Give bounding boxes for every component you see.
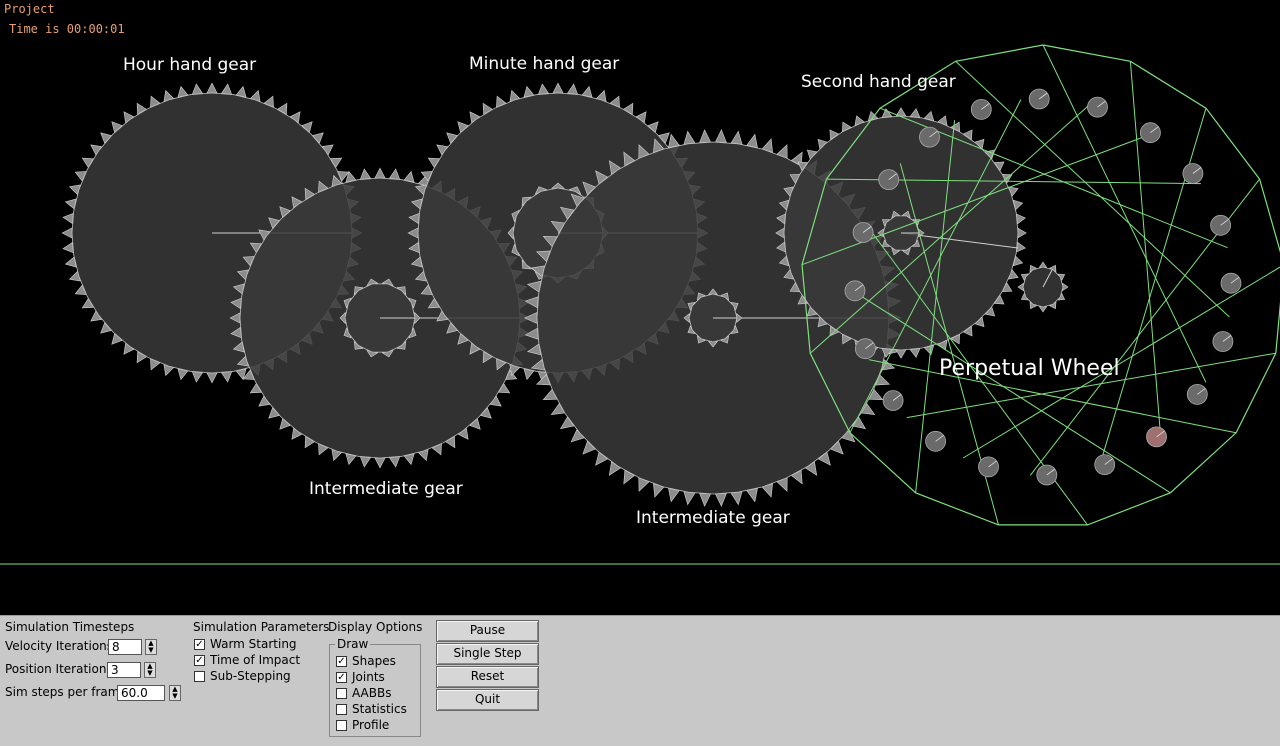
timesteps-title: Simulation Timesteps (5, 620, 135, 634)
time-of-impact-checkbox[interactable]: ✓ Time of Impact (194, 653, 300, 667)
quit-button[interactable]: Quit (436, 689, 539, 711)
display-title: Display Options (328, 620, 423, 634)
wheel-spoke (1042, 44, 1207, 383)
checkbox-box[interactable] (194, 670, 205, 682)
pause-button[interactable]: Pause (436, 620, 539, 642)
checkbox-box[interactable]: ✓ (336, 671, 347, 683)
spin-down-icon[interactable]: ▼ (147, 669, 152, 677)
checkbox-box[interactable] (336, 687, 347, 699)
profile-checkbox[interactable]: Profile (336, 718, 389, 732)
label-hour-gear: Hour hand gear (123, 55, 257, 75)
wheel-spoke (854, 291, 1171, 494)
spin-down-icon[interactable]: ▼ (172, 692, 177, 700)
velocity-iterations-input[interactable] (108, 639, 142, 655)
profile-label: Profile (352, 718, 390, 732)
label-minute-gear: Minute hand gear (469, 54, 620, 74)
window-title: Project (4, 2, 55, 16)
warm-starting-checkbox[interactable]: ✓ Warm Starting (194, 637, 297, 651)
wheel-drive-pinion (1017, 261, 1069, 313)
position-iterations-input[interactable] (107, 662, 141, 678)
checkbox-box[interactable]: ✓ (336, 655, 347, 667)
position-iterations-spinner[interactable]: ▲ ▼ (144, 662, 156, 678)
checkbox-box[interactable] (336, 703, 347, 715)
sub-stepping-label: Sub-Stepping (210, 669, 291, 683)
reset-button[interactable]: Reset (436, 666, 539, 688)
single-step-button[interactable]: Single Step (436, 643, 539, 665)
control-panel: Simulation Timesteps Velocity Iterations… (0, 615, 1280, 746)
aabbs-label: AABBs (352, 686, 392, 700)
statistics-checkbox[interactable]: Statistics (336, 702, 407, 716)
sim-steps-input[interactable] (117, 685, 165, 701)
position-iterations-label: Position Iterations (5, 662, 113, 676)
checkbox-box[interactable]: ✓ (194, 654, 205, 666)
label-intermediate-gear-1: Intermediate gear (309, 479, 463, 499)
velocity-iterations-label: Velocity Iterations (5, 639, 114, 653)
wheel-spoke (1098, 108, 1207, 468)
label-intermediate-gear-2: Intermediate gear (636, 508, 790, 528)
spin-down-icon[interactable]: ▼ (148, 646, 153, 654)
params-title: Simulation Parameters (193, 620, 330, 634)
warm-starting-label: Warm Starting (210, 637, 297, 651)
velocity-iterations-spinner[interactable]: ▲ ▼ (145, 639, 157, 655)
time-readout: Time is 00:00:01 (9, 22, 125, 36)
sim-steps-spinner[interactable]: ▲ ▼ (169, 685, 181, 701)
sub-stepping-checkbox[interactable]: Sub-Stepping (194, 669, 291, 683)
joints-checkbox[interactable]: ✓ Joints (336, 670, 385, 684)
aabbs-checkbox[interactable]: AABBs (336, 686, 391, 700)
checkbox-box[interactable] (336, 719, 347, 731)
statistics-label: Statistics (352, 702, 407, 716)
shapes-checkbox[interactable]: ✓ Shapes (336, 654, 396, 668)
shapes-label: Shapes (352, 654, 396, 668)
joints-label: Joints (352, 670, 385, 684)
label-second-gear: Second hand gear (801, 72, 956, 92)
simulation-viewport[interactable]: Project Time is 00:00:01 Hour hand gear … (0, 0, 1280, 615)
label-perpetual-wheel: Perpetual Wheel (939, 356, 1120, 381)
time-of-impact-label: Time of Impact (210, 653, 301, 667)
checkbox-box[interactable]: ✓ (194, 638, 205, 650)
sim-steps-label: Sim steps per frame (5, 685, 127, 699)
draw-group-label: Draw (335, 637, 371, 651)
